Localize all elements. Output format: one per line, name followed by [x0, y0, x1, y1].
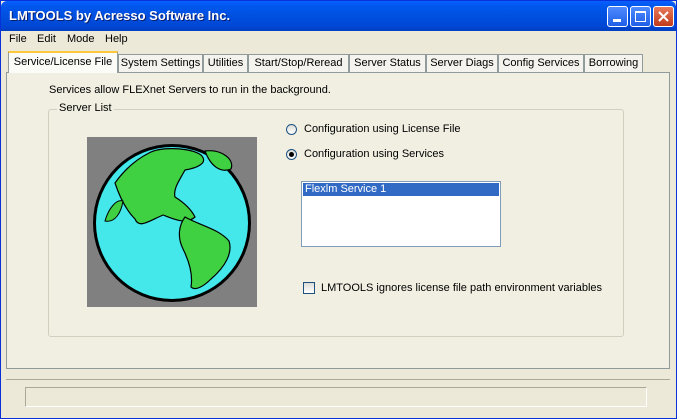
radio-services-button[interactable] — [286, 149, 297, 160]
radio-services-label[interactable]: Configuration using Services — [304, 148, 444, 160]
close-icon — [658, 11, 669, 22]
globe-icon — [93, 144, 251, 302]
ignore-env-label[interactable]: LMTOOLS ignores license file path enviro… — [321, 282, 602, 294]
menu-help[interactable]: Help — [105, 33, 128, 45]
info-text: Services allow FLEXnet Servers to run in… — [49, 84, 331, 96]
minimize-button[interactable] — [607, 6, 628, 27]
radio-license-file-button[interactable] — [286, 124, 297, 135]
minimize-icon — [613, 19, 621, 22]
close-button[interactable] — [653, 6, 674, 27]
server-list-group: Server List Configuration using License … — [48, 102, 624, 337]
tab-strip: Service/License File System Settings Uti… — [1, 51, 676, 73]
radio-license-file-label[interactable]: Configuration using License File — [304, 123, 461, 135]
tab-system-settings[interactable]: System Settings — [118, 54, 203, 72]
window-title: LMTOOLS by Acresso Software Inc. — [9, 8, 231, 23]
tab-server-status[interactable]: Server Status — [349, 54, 426, 72]
title-bar[interactable]: LMTOOLS by Acresso Software Inc. — [1, 1, 676, 31]
app-window: LMTOOLS by Acresso Software Inc. File Ed… — [0, 0, 677, 419]
tab-start-stop-reread[interactable]: Start/Stop/Reread — [248, 54, 349, 72]
menu-file[interactable]: File — [9, 33, 27, 45]
tab-utilities[interactable]: Utilities — [203, 54, 248, 72]
status-bar — [25, 387, 647, 407]
globe-image — [87, 137, 257, 307]
tab-server-diags[interactable]: Server Diags — [426, 54, 498, 72]
radio-selected-dot — [289, 152, 294, 157]
service-list[interactable]: Flexlm Service 1 — [301, 181, 501, 247]
maximize-icon — [635, 11, 646, 22]
server-list-label: Server List — [57, 102, 114, 114]
list-item[interactable]: Flexlm Service 1 — [303, 183, 499, 196]
tab-service-license-file[interactable]: Service/License File — [8, 51, 118, 73]
ignore-env-checkbox[interactable] — [303, 282, 315, 294]
tab-panel: Services allow FLEXnet Servers to run in… — [6, 72, 670, 369]
menu-bar: File Edit Mode Help — [1, 31, 676, 49]
menu-edit[interactable]: Edit — [37, 33, 56, 45]
tab-config-services[interactable]: Config Services — [498, 54, 584, 72]
tab-borrowing[interactable]: Borrowing — [584, 54, 643, 72]
menu-mode[interactable]: Mode — [67, 33, 95, 45]
status-divider — [6, 379, 670, 380]
maximize-button[interactable] — [630, 6, 651, 27]
